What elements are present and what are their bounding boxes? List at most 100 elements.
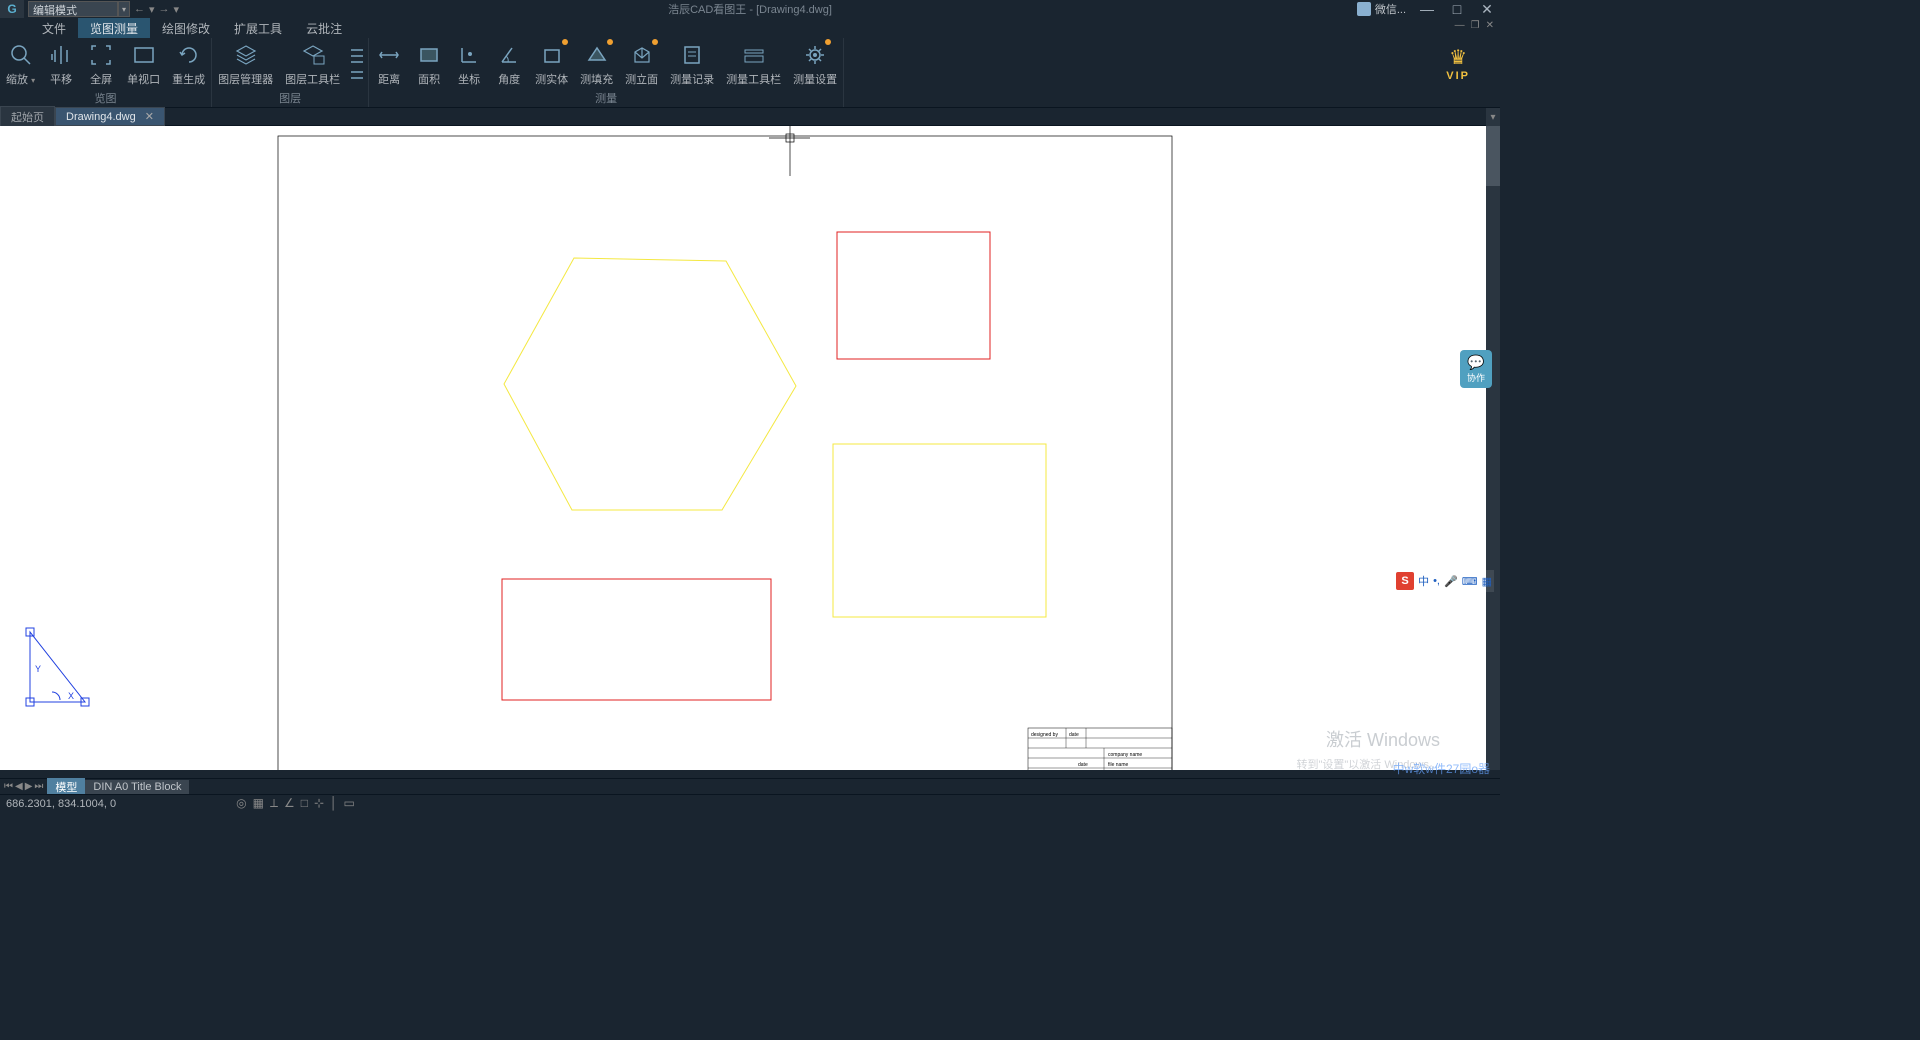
ime-toolbar[interactable]: S 中 •, 🎤 ⌨ ▦: [1394, 570, 1494, 592]
area-label: 面积: [418, 71, 440, 87]
badge-dot: [652, 39, 658, 45]
face-button[interactable]: 测立面: [619, 38, 664, 89]
area-button[interactable]: 面积: [409, 38, 449, 89]
measure-toolbar-button[interactable]: 测量工具栏: [720, 38, 787, 89]
fill-button[interactable]: 测填充: [574, 38, 619, 89]
ime-keyboard-icon[interactable]: ⌨: [1462, 575, 1478, 588]
redo-dd-icon[interactable]: ▾: [174, 3, 180, 16]
dist-button[interactable]: 距离: [369, 38, 409, 89]
layermgr-label: 图层管理器: [218, 71, 273, 87]
coord-button[interactable]: 坐标: [449, 38, 489, 89]
weixin-label: 微信...: [1375, 1, 1406, 17]
record-button[interactable]: 测量记录: [664, 38, 720, 89]
pan-button[interactable]: 平移: [41, 38, 81, 89]
undo-button[interactable]: ←: [134, 3, 145, 16]
viewport-icon: [130, 41, 158, 69]
lwt-toggle[interactable]: │: [330, 796, 338, 811]
ortho-toggle[interactable]: ⟂: [270, 796, 278, 811]
pan-icon: [47, 41, 75, 69]
ime-mic-icon[interactable]: 🎤: [1444, 575, 1458, 588]
osnap-toggle[interactable]: □: [301, 796, 308, 811]
scroll-arrow-icon[interactable]: ▾: [1486, 108, 1500, 126]
ime-punct-icon[interactable]: •,: [1433, 575, 1440, 587]
shape-rect-red-1[interactable]: [837, 232, 990, 359]
layertool-button[interactable]: 图层工具栏: [279, 38, 346, 89]
svg-text:Y: Y: [35, 664, 41, 674]
measure-settings-button[interactable]: 测量设置: [787, 38, 843, 89]
layout-nav: ⏮ ◀ ▶ ⏭: [0, 781, 47, 792]
collab-button[interactable]: 💬 协作: [1460, 350, 1492, 388]
scroll-thumb[interactable]: [1486, 126, 1500, 186]
minimize-button[interactable]: —: [1418, 1, 1436, 17]
ime-engine-icon[interactable]: S: [1396, 572, 1414, 590]
zoom-button[interactable]: 缩放 ▾: [0, 38, 41, 89]
viewport-button[interactable]: 单视口: [121, 38, 166, 89]
vertical-scrollbar[interactable]: [1486, 126, 1500, 770]
regen-button[interactable]: 重生成: [166, 38, 211, 89]
select-toggle[interactable]: ▭: [344, 796, 355, 811]
nav-last-icon[interactable]: ⏭: [34, 781, 43, 792]
ime-menu-icon[interactable]: ▦: [1482, 575, 1492, 588]
chevron-down-icon: ▾: [31, 76, 35, 85]
window-title: 浩辰CAD看图王 - [Drawing4.dwg]: [668, 1, 832, 17]
document-tabs: 起始页 Drawing4.dwg ✕: [0, 108, 1500, 126]
coord-icon: [455, 41, 483, 69]
site-watermark: 中w软w件27园o器: [1393, 760, 1490, 777]
fullscreen-button[interactable]: 全屏: [81, 38, 121, 89]
badge-dot: [607, 39, 613, 45]
vip-badge[interactable]: ♛ VIP: [1446, 45, 1470, 82]
weixin-button[interactable]: 微信...: [1357, 1, 1406, 17]
layout-tab-model[interactable]: 模型: [47, 778, 85, 796]
undo-dd-icon[interactable]: ▾: [149, 3, 155, 16]
shape-rect-red-2[interactable]: [502, 579, 771, 700]
polar-toggle[interactable]: ∠: [284, 796, 295, 811]
shape-rect-yellow[interactable]: [833, 444, 1046, 617]
doc-restore-button[interactable]: ❐: [1471, 20, 1480, 31]
doc-close-button[interactable]: ✕: [1486, 20, 1494, 31]
tab-view-measure[interactable]: 览图测量: [78, 18, 150, 38]
mode-select[interactable]: 编辑模式: [28, 1, 118, 17]
canvas-svg: designed by date company name date file …: [0, 126, 1500, 770]
doctab-start[interactable]: 起始页: [0, 106, 55, 128]
group-measure-label: 测量: [369, 89, 843, 107]
dist-label: 距离: [378, 71, 400, 87]
otrack-toggle[interactable]: ⊹: [314, 796, 324, 811]
collab-label: 协作: [1467, 371, 1485, 384]
redo-button[interactable]: →: [159, 3, 170, 16]
vip-label: VIP: [1446, 70, 1470, 82]
tab-file[interactable]: 文件: [30, 18, 78, 38]
svg-text:file name: file name: [1108, 762, 1129, 768]
nav-next-icon[interactable]: ▶: [25, 781, 33, 792]
angle-button[interactable]: 角度: [489, 38, 529, 89]
solid-button[interactable]: 测实体: [529, 38, 574, 89]
close-icon[interactable]: ✕: [145, 111, 154, 123]
coordinate-readout: 686.2301, 834.1004, 0: [6, 798, 116, 810]
maximize-button[interactable]: □: [1448, 1, 1466, 17]
grid-toggle[interactable]: ▦: [253, 796, 264, 811]
ribbon: 缩放 ▾ 平移 全屏 单视口 重生成 览图: [0, 38, 1500, 108]
zoom-label: 缩放: [6, 74, 28, 86]
record-icon: [678, 41, 706, 69]
viewport-label: 单视口: [127, 71, 160, 87]
tab-draw-modify[interactable]: 绘图修改: [150, 18, 222, 38]
doc-min-button[interactable]: —: [1455, 20, 1465, 31]
snap-toggle[interactable]: ◎: [236, 796, 246, 811]
tab-cloud-annotate[interactable]: 云批注: [294, 18, 354, 38]
solid-label: 测实体: [535, 71, 568, 87]
measure-toolbar-icon: [740, 41, 768, 69]
shape-hexagon[interactable]: [504, 258, 796, 510]
drawing-canvas[interactable]: designed by date company name date file …: [0, 126, 1500, 770]
ime-lang[interactable]: 中: [1418, 573, 1429, 589]
app-logo[interactable]: G: [0, 0, 24, 18]
nav-prev-icon[interactable]: ◀: [15, 781, 23, 792]
close-button[interactable]: ✕: [1478, 1, 1496, 18]
layout-tab-din-a0[interactable]: DIN A0 Title Block: [85, 780, 189, 794]
tab-extensions[interactable]: 扩展工具: [222, 18, 294, 38]
quick-access-toolbar: ← ▾ → ▾: [134, 3, 179, 16]
mode-dropdown-icon[interactable]: ▾: [118, 1, 130, 17]
doctab-drawing4[interactable]: Drawing4.dwg ✕: [55, 107, 165, 126]
layerstack-button[interactable]: [346, 38, 368, 89]
layermgr-button[interactable]: 图层管理器: [212, 38, 279, 89]
area-icon: [415, 41, 443, 69]
nav-first-icon[interactable]: ⏮: [4, 781, 13, 792]
